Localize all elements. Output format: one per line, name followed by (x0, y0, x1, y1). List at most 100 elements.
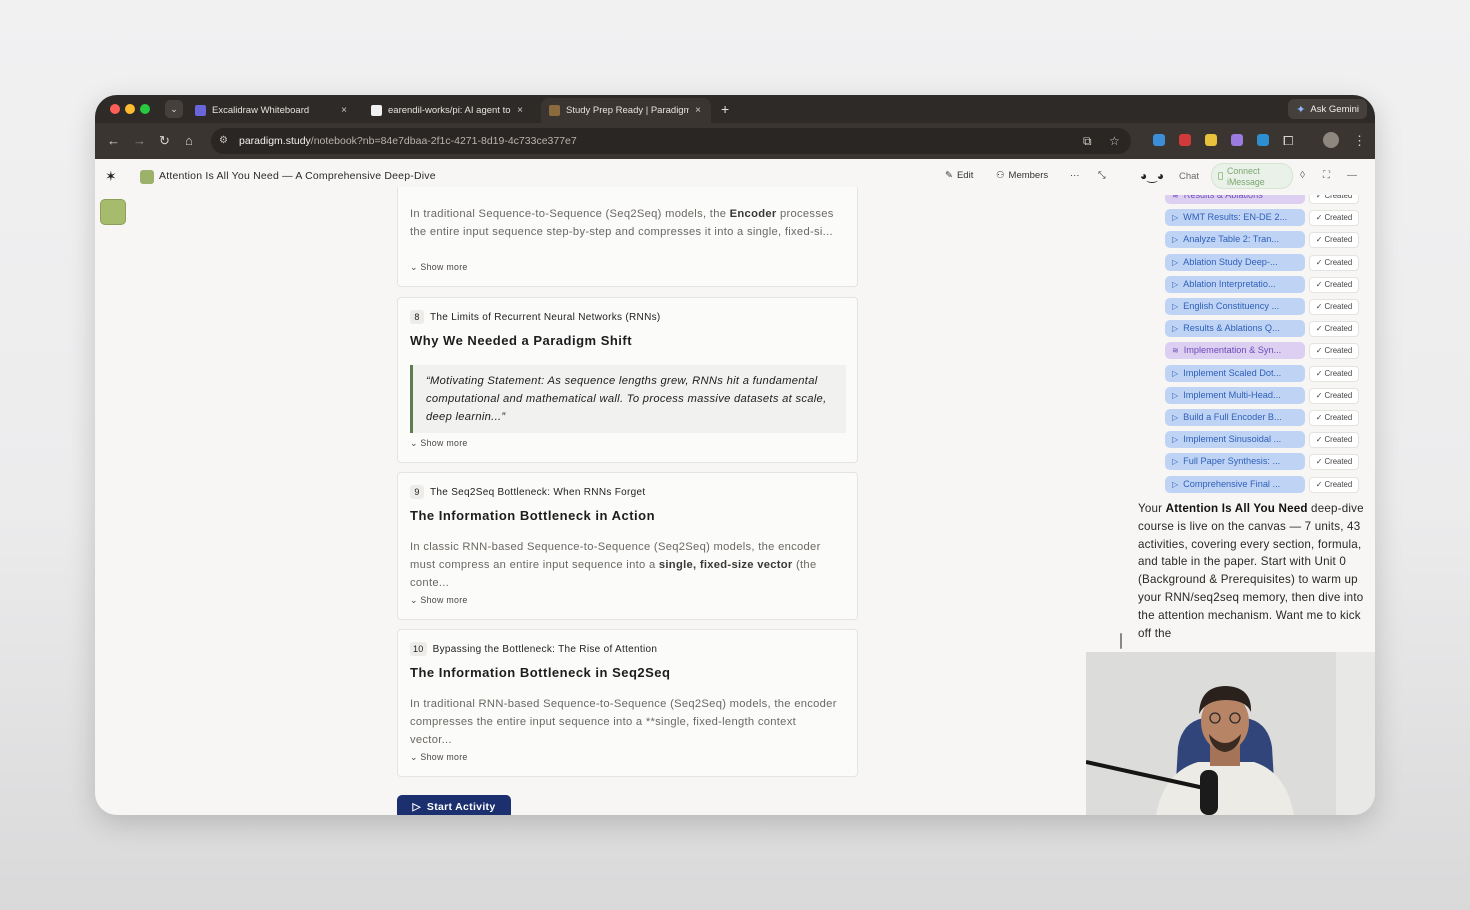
activity-chip[interactable]: ▷ Analyze Table 2: Tran... (1165, 231, 1305, 249)
install-app-icon[interactable]: ⧉ (1083, 134, 1092, 149)
tab-strip: ⌄ Excalidraw Whiteboard × earendil-works… (95, 95, 1375, 123)
activity-chip-label: English Constituency ... (1183, 301, 1280, 311)
forward-icon[interactable]: → (133, 133, 146, 149)
status-label: Created (1324, 257, 1353, 267)
chevron-down-icon: ⌄ (410, 595, 421, 605)
activity-chip[interactable]: ▷ Comprehensive Final ... (1165, 475, 1305, 493)
minimize-window-button[interactable] (125, 104, 135, 114)
scrollbar[interactable] (1120, 633, 1122, 649)
play-icon: ▷ (1172, 435, 1179, 445)
zoom-window-button[interactable] (140, 104, 150, 114)
minimize-panel-icon[interactable]: — (1347, 170, 1357, 181)
activity-chip-label: Implement Multi-Head... (1183, 389, 1281, 400)
collapse-icon[interactable]: ⤡ (1098, 170, 1106, 181)
show-more-button[interactable]: ⌄ Show more (410, 262, 468, 273)
github-icon (371, 105, 382, 116)
notebook-thumbnail[interactable] (100, 199, 126, 225)
ask-gemini-button[interactable]: ✦ Ask Gemini (1288, 99, 1367, 119)
extension-purple-icon[interactable] (1231, 134, 1243, 146)
start-activity-button[interactable]: ▷ Start Activity (397, 795, 511, 815)
activity-row: ▷ WMT Results: EN-DE 2... ✓ Created (1125, 207, 1375, 229)
chat-panel-header: ◕‿◕ Chat Connect iMessage ◊ ⛶ — (1125, 159, 1375, 195)
activity-chip[interactable]: ▷ English Constituency ... (1165, 298, 1305, 315)
activity-chip-label: Build a Full Encoder B... (1183, 412, 1282, 422)
play-icon: ▷ (1172, 235, 1179, 245)
reload-icon[interactable]: ↻ (159, 133, 170, 149)
status-badge: ✓ Created (1309, 454, 1359, 471)
close-window-button[interactable] (110, 104, 120, 114)
content-card[interactable]: 8 The Limits of Recurrent Neural Network… (397, 297, 858, 463)
browser-window: ⌄ Excalidraw Whiteboard × earendil-works… (95, 95, 1375, 815)
activity-chip-label: Comprehensive Final ... (1183, 478, 1281, 489)
excalidraw-icon (195, 105, 206, 116)
content-card[interactable]: In traditional Sequence-to-Sequence (Seq… (397, 187, 858, 287)
extension-blue-icon[interactable] (1257, 134, 1269, 146)
browser-menu-icon[interactable]: ⋮ (1353, 133, 1366, 149)
activity-chip[interactable]: ▷ Full Paper Synthesis: ... (1165, 453, 1305, 471)
react-devtools-icon[interactable] (1153, 134, 1165, 146)
more-options-button[interactable]: ··· (1070, 170, 1080, 181)
status-label: Created (1324, 413, 1353, 422)
back-icon[interactable]: ← (107, 133, 120, 149)
activity-chip[interactable]: ▷ WMT Results: EN-DE 2... (1165, 209, 1305, 227)
show-more-button[interactable]: ⌄ Show more (410, 752, 468, 763)
play-icon: ▷ (1172, 279, 1179, 289)
profile-avatar[interactable] (1323, 132, 1339, 148)
activity-chip[interactable]: ▷ Build a Full Encoder B... (1165, 409, 1305, 426)
card-subtitle: The Seq2Seq Bottleneck: When RNNs Forget (430, 486, 646, 498)
notebook-title: Attention Is All You Need — A Comprehens… (159, 170, 436, 182)
bookmark-star-icon[interactable]: ☆ (1109, 134, 1120, 148)
extension-yellow-icon[interactable] (1205, 134, 1217, 146)
activity-chip[interactable]: ▷ Implement Sinusoidal ... (1165, 431, 1305, 449)
activity-chip[interactable]: ▷ Implement Scaled Dot... (1165, 364, 1305, 382)
status-label: Created (1324, 279, 1353, 289)
tab-paradigm[interactable]: Study Prep Ready | Paradigm × (541, 98, 711, 123)
status-badge: ✓ Created (1309, 387, 1359, 404)
new-tab-button[interactable]: + (721, 100, 729, 118)
members-label: Members (1008, 170, 1049, 181)
content-card[interactable]: 9 The Seq2Seq Bottleneck: When RNNs Forg… (397, 472, 858, 620)
tab-github[interactable]: earendil-works/pi: AI agent to × (363, 98, 533, 123)
activity-chip-label: Results & Ablations Q... (1183, 323, 1280, 334)
notebook-icon (140, 170, 154, 184)
card-summary: In classic RNN-based Sequence-to-Sequenc… (410, 541, 821, 589)
content-card[interactable]: 10 Bypassing the Bottleneck: The Rise of… (397, 629, 858, 777)
activity-chip[interactable]: ▷ Results & Ablations Q... (1165, 320, 1305, 338)
activity-row: ▷ Analyze Table 2: Tran... ✓ Created (1125, 229, 1375, 251)
card-number: 9 (410, 485, 424, 499)
activity-chip[interactable]: ▷ Implement Multi-Head... (1165, 386, 1305, 404)
bell-icon[interactable]: ◊ (1300, 170, 1305, 181)
chat-tab[interactable]: Chat (1179, 171, 1199, 182)
activity-chip[interactable]: ▷ Ablation Interpretatio... (1165, 275, 1305, 293)
unit-chip[interactable]: ≋ Implementation & Syn... (1165, 342, 1305, 360)
unit-chip[interactable]: ≋ Results & Ablations (1165, 195, 1305, 204)
close-tab-icon[interactable]: × (341, 105, 347, 116)
expand-icon[interactable]: ⛶ (1323, 170, 1330, 181)
address-bar[interactable]: ⚙ paradigm.study/notebook?nb=84e7dbaa-2f… (211, 128, 1131, 154)
home-icon[interactable]: ⌂ (185, 133, 193, 149)
tab-search-button[interactable]: ⌄ (165, 100, 183, 118)
extensions-puzzle-icon[interactable]: ⧠ (1283, 133, 1293, 149)
members-button[interactable]: ⚇ Members (996, 170, 1048, 181)
edit-button[interactable]: ✎ Edit (945, 170, 973, 181)
activity-chip[interactable]: ▷ Ablation Study Deep-... (1165, 253, 1305, 271)
close-tab-icon[interactable]: × (517, 105, 523, 116)
presenter-video (1086, 652, 1375, 815)
pencil-icon: ✎ (945, 170, 953, 181)
activity-row: ▷ Implement Scaled Dot... ✓ Created (1125, 363, 1375, 385)
extension-red-icon[interactable] (1179, 134, 1191, 146)
assistant-message: Your Attention Is All You Need deep-dive… (1138, 502, 1364, 640)
paradigm-logo-icon[interactable]: ✶ (105, 168, 117, 185)
close-tab-icon[interactable]: × (695, 105, 701, 116)
assistant-avatar-icon: ◕‿◕ (1140, 169, 1165, 183)
show-more-button[interactable]: ⌄ Show more (410, 595, 468, 606)
tab-excalidraw[interactable]: Excalidraw Whiteboard × (187, 98, 357, 123)
activity-row: ▷ English Constituency ... ✓ Created (1125, 296, 1375, 318)
tab-label: Excalidraw Whiteboard (212, 105, 310, 116)
show-more-button[interactable]: ⌄ Show more (410, 438, 468, 449)
connect-imessage-button[interactable]: Connect iMessage (1211, 163, 1293, 189)
site-info-icon[interactable]: ⚙ (219, 135, 228, 146)
activity-row: ▷ Full Paper Synthesis: ... ✓ Created (1125, 451, 1375, 473)
start-activity-label: Start Activity (426, 801, 496, 813)
play-icon: ▷ (1172, 413, 1179, 422)
